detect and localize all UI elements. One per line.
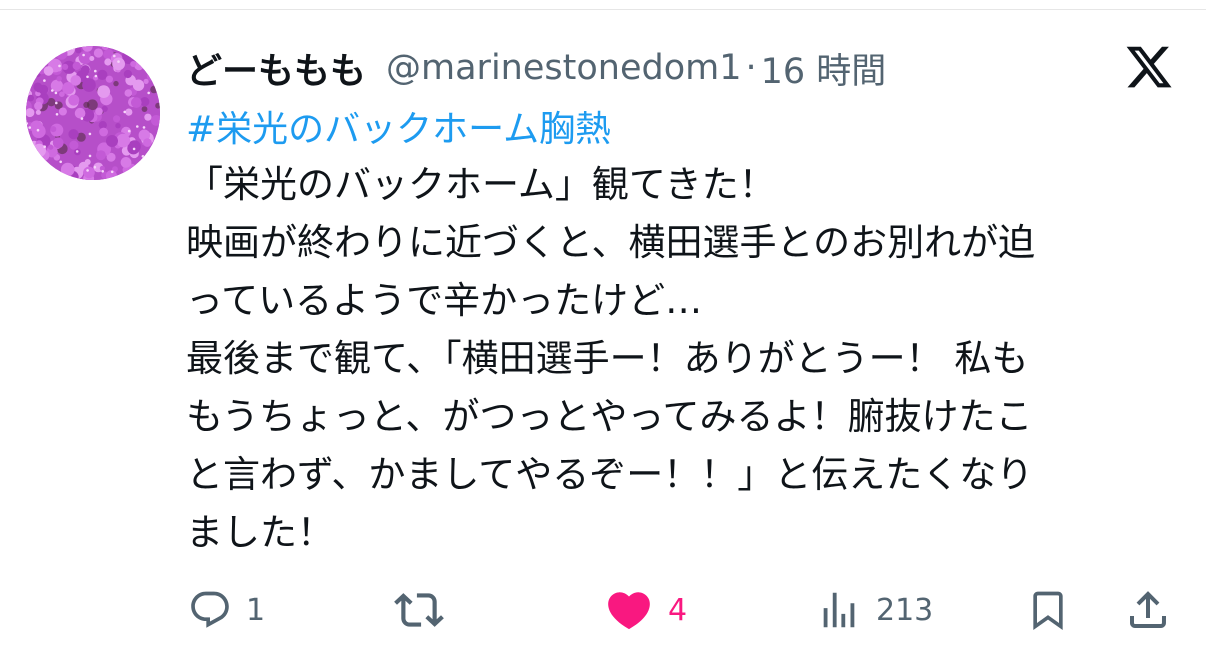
heart-icon — [608, 592, 650, 630]
tweet-text: 「栄光のバックホーム」観てきた！ 映画が終わりに近づくと、横田選手とのお別れが迫… — [186, 156, 1176, 562]
tweet-line: もうちょっと、がつっとやってみるよ！腑抜けたこ — [186, 395, 1033, 438]
views-count: 213 — [876, 592, 934, 628]
tweet-line: と言わず、かましてやるぞー！！」と伝えたくなり — [186, 453, 1034, 496]
like-count: 4 — [668, 592, 688, 628]
like-button[interactable]: 4 — [604, 580, 687, 640]
tweet-line: 映画が終わりに近づくと、横田選手とのお別れが迫 — [186, 221, 1036, 264]
tweet-line: 「栄光のバックホーム」観てきた！ — [186, 163, 776, 206]
hashtag-link[interactable]: #栄光のバックホーム胸熱 — [186, 100, 611, 152]
views-button[interactable]: 213 — [816, 580, 933, 640]
action-bar: 1 4 213 — [0, 580, 1206, 640]
tweet-line: っているようで辛かったけど… — [186, 279, 703, 322]
tweet-header: どーももも @marinestonedom1 · 16 時間 — [186, 40, 886, 96]
reply-count: 1 — [246, 592, 266, 628]
avatar[interactable] — [26, 46, 160, 180]
share-icon — [1130, 591, 1166, 628]
retweet-icon — [394, 593, 444, 627]
views-icon — [823, 592, 855, 628]
display-name[interactable]: どーももも — [186, 42, 366, 94]
bookmark-button[interactable] — [1026, 580, 1070, 640]
user-handle[interactable]: @marinestonedom1 — [386, 48, 741, 88]
x-logo-icon — [1124, 42, 1174, 92]
tweet-line: ました！ — [186, 511, 334, 554]
top-divider — [0, 9, 1206, 10]
reply-icon — [191, 591, 229, 628]
reply-button[interactable]: 1 — [188, 580, 265, 640]
bookmark-icon — [1033, 591, 1063, 631]
separator-dot: · — [745, 48, 757, 88]
tweet-line: 最後まで観て、「横田選手ー！ありがとうー！ 私も — [186, 337, 1029, 380]
timestamp[interactable]: 16 時間 — [761, 43, 887, 94]
share-button[interactable] — [1124, 580, 1172, 640]
retweet-button[interactable] — [394, 580, 458, 640]
